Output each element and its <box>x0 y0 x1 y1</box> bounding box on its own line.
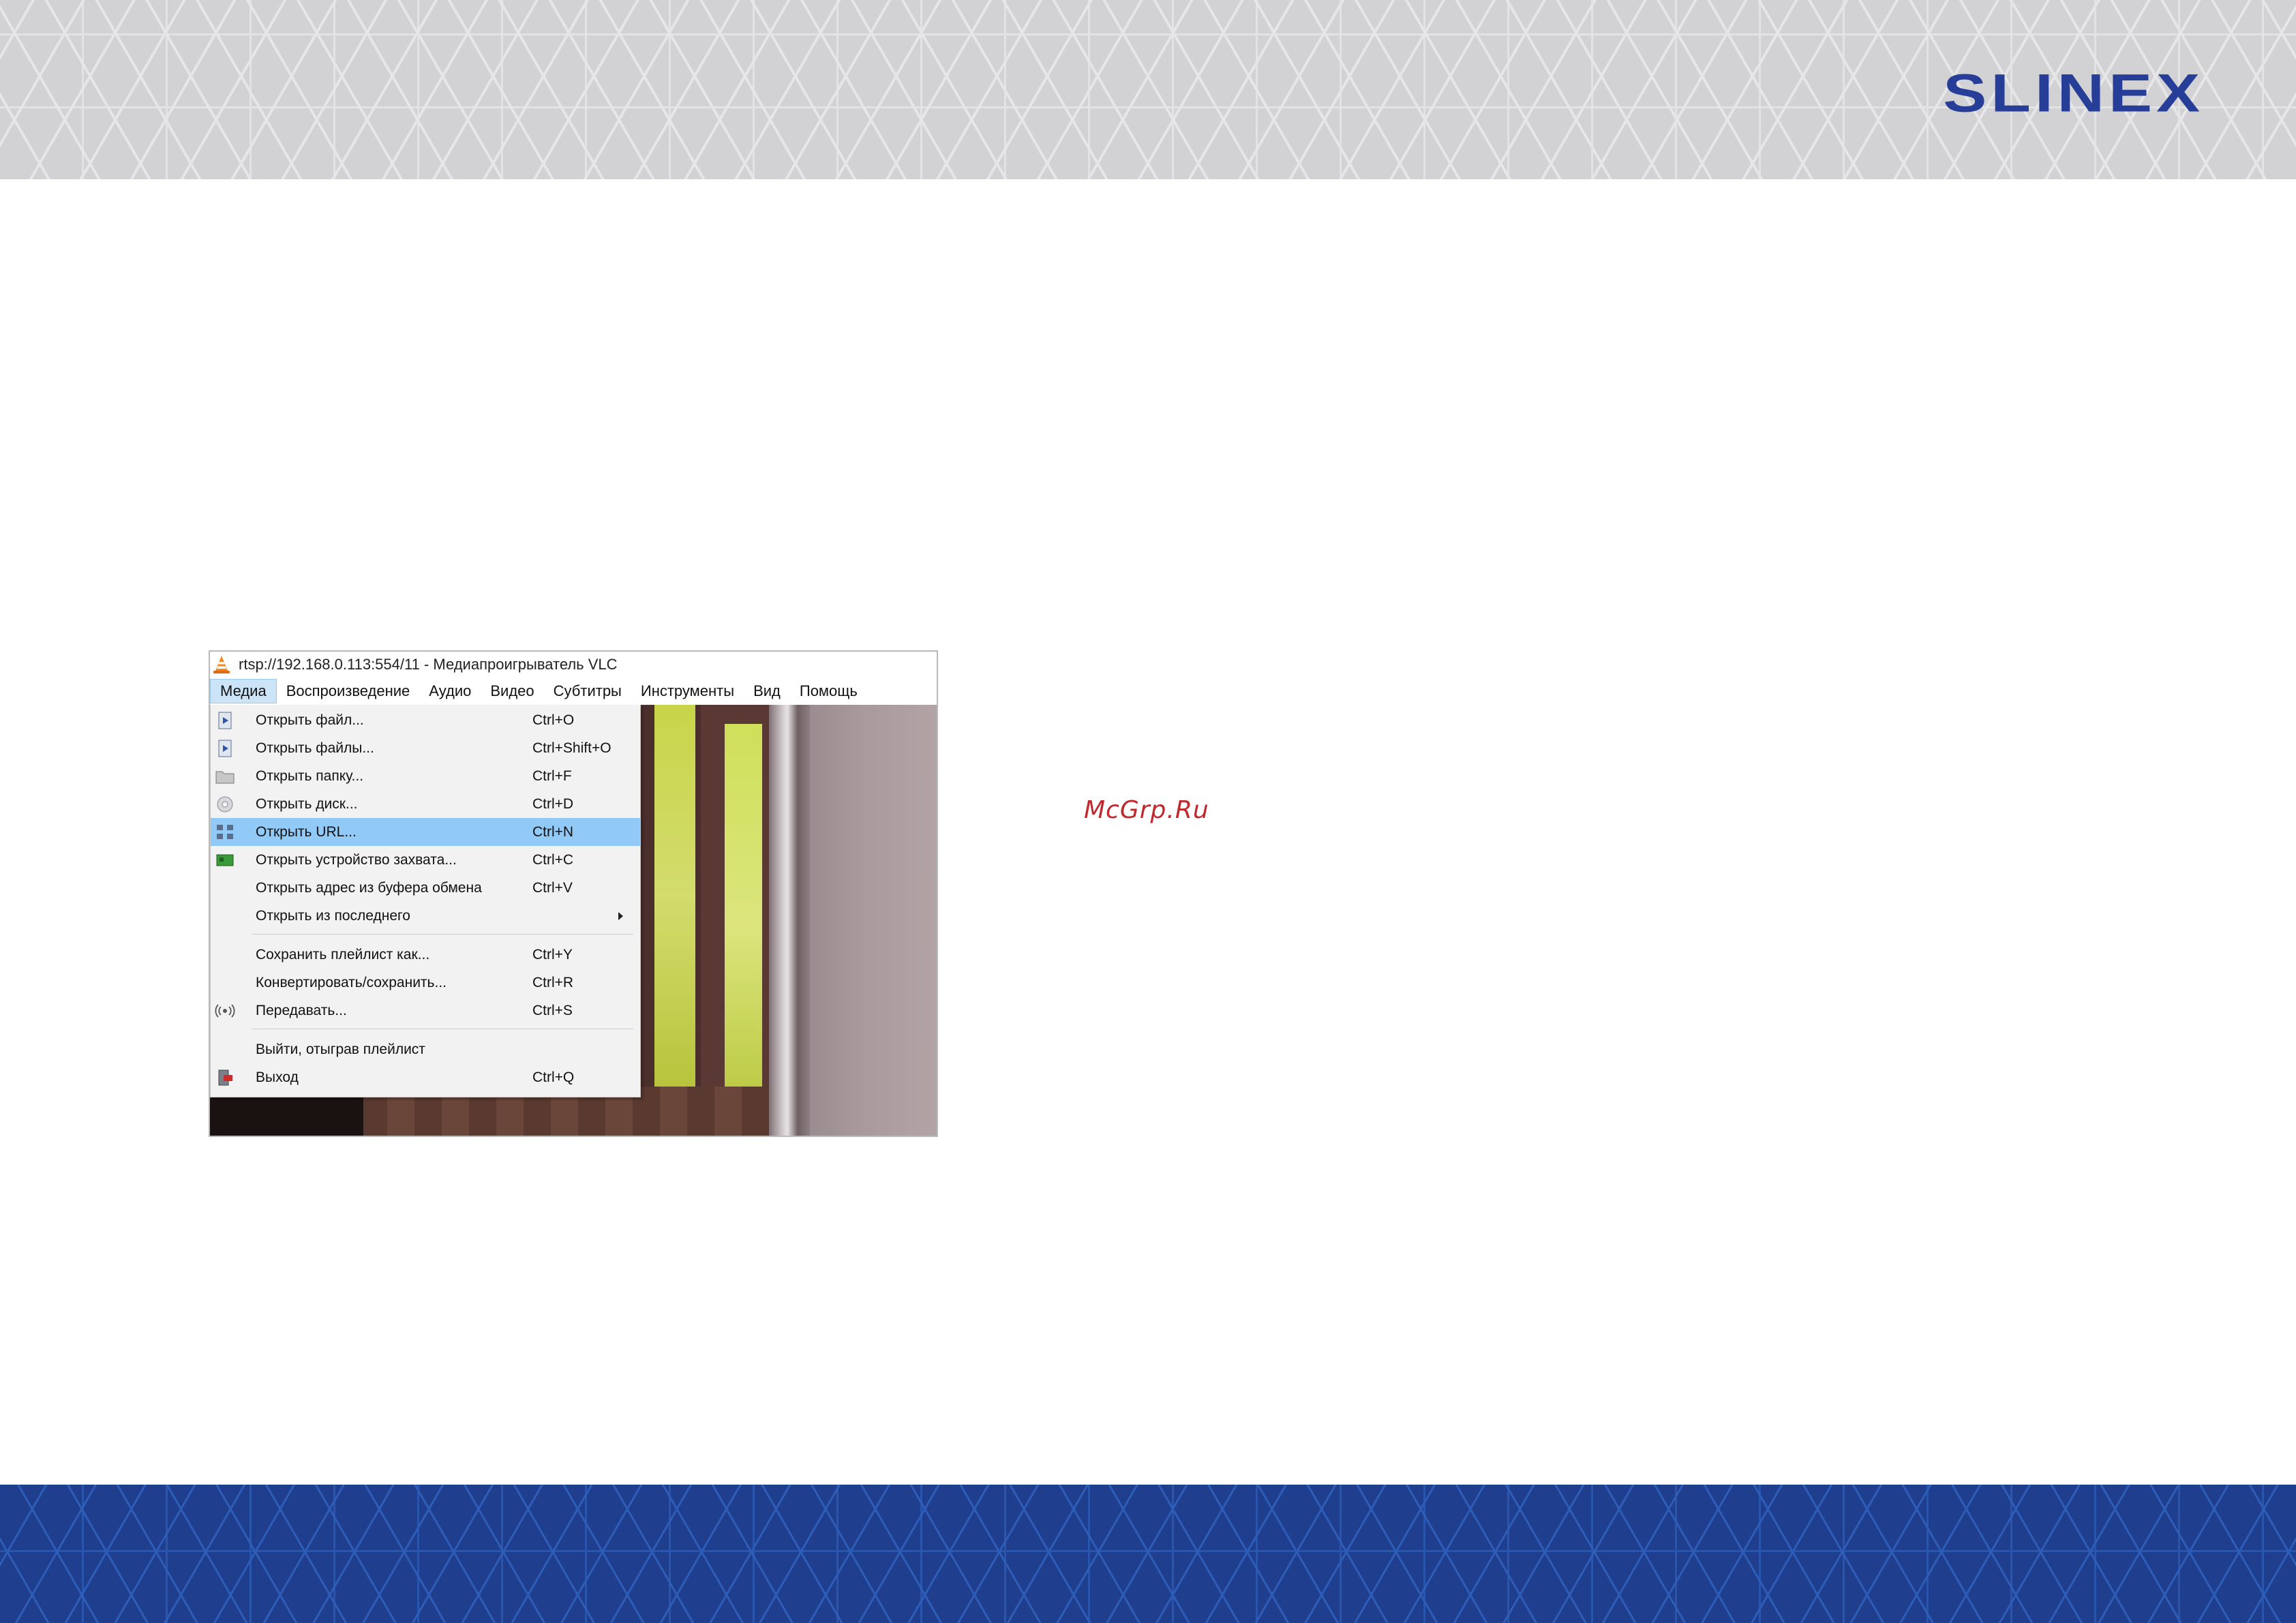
menu-shortcut: Ctrl+V <box>532 879 573 896</box>
menu-stream[interactable]: Передавать... Ctrl+S <box>211 997 640 1025</box>
menu-label: Открыть файл... <box>256 712 364 728</box>
menu-shortcut: Ctrl+Shift+O <box>532 740 611 756</box>
menu-shortcut: Ctrl+O <box>532 712 575 728</box>
menu-label: Передавать... <box>256 1002 347 1018</box>
menu-label: Открыть папку... <box>256 768 364 784</box>
brand-logo: SLINEX <box>1943 63 2204 123</box>
menu-open-recent[interactable]: Открыть из последнего <box>211 902 640 930</box>
menu-label: Открыть из последнего <box>256 907 410 924</box>
network-icon <box>215 822 235 843</box>
menu-label: Сохранить плейлист как... <box>256 946 430 962</box>
menu-label: Открыть адрес из буфера обмена <box>256 879 482 896</box>
menu-video[interactable]: Видео <box>481 679 543 703</box>
capture-card-icon <box>215 850 235 870</box>
window-title: rtsp://192.168.0.113:554/11 - Медиапроиг… <box>239 656 618 673</box>
manual-page: SLINEX rtsp://192.168.0.113:554/11 - Мед… <box>0 0 2296 1623</box>
menu-convert-save[interactable]: Конвертировать/сохранить... Ctrl+R <box>211 969 640 997</box>
folder-icon <box>215 766 235 787</box>
exit-icon <box>215 1067 235 1088</box>
menu-open-disc[interactable]: Открыть диск... Ctrl+D <box>211 790 640 818</box>
disc-icon <box>215 794 235 815</box>
menu-view[interactable]: Вид <box>744 679 790 703</box>
menu-label: Открыть URL... <box>256 823 357 840</box>
video-wall <box>810 705 937 1136</box>
menu-open-url[interactable]: Открыть URL... Ctrl+N <box>211 818 640 846</box>
menu-shortcut: Ctrl+N <box>532 823 574 840</box>
menu-subtitles[interactable]: Субтитры <box>544 679 631 703</box>
menu-open-clipboard[interactable]: Открыть адрес из буфера обмена Ctrl+V <box>211 874 640 902</box>
menu-open-files[interactable]: Открыть файлы... Ctrl+Shift+O <box>211 734 640 762</box>
menu-bar: Медиа Воспроизведение Аудио Видео Субтит… <box>210 678 937 706</box>
menu-label: Конвертировать/сохранить... <box>256 974 447 990</box>
menu-shortcut: Ctrl+Q <box>532 1069 575 1085</box>
menu-label: Открыть диск... <box>256 795 358 812</box>
menu-open-file[interactable]: Открыть файл... Ctrl+O <box>211 706 640 734</box>
watermark: McGrp.Ru <box>1084 796 1209 824</box>
file-play-icon <box>215 710 235 731</box>
video-door-glass <box>654 705 695 1087</box>
menu-playback[interactable]: Воспроизведение <box>277 679 420 703</box>
menu-label: Открыть устройство захвата... <box>256 851 457 868</box>
menu-separator <box>252 934 633 935</box>
menu-shortcut: Ctrl+C <box>532 851 574 868</box>
menu-open-folder[interactable]: Открыть папку... Ctrl+F <box>211 762 640 790</box>
menu-quit[interactable]: Выход Ctrl+Q <box>211 1063 640 1091</box>
menu-quit-after-playlist[interactable]: Выйти, отыграв плейлист <box>211 1035 640 1063</box>
menu-shortcut: Ctrl+S <box>532 1002 573 1018</box>
menu-help[interactable]: Помощь <box>790 679 867 703</box>
menu-label: Выход <box>256 1069 299 1085</box>
menu-media[interactable]: Медиа <box>210 679 277 703</box>
stream-icon <box>215 1001 235 1021</box>
menu-tools[interactable]: Инструменты <box>631 679 744 703</box>
submenu-arrow-icon <box>618 911 623 920</box>
media-dropdown-menu: Открыть файл... Ctrl+O Открыть файлы... … <box>210 705 641 1097</box>
title-bar: rtsp://192.168.0.113:554/11 - Медиапроиг… <box>210 652 937 678</box>
vlc-cone-icon <box>213 655 230 674</box>
menu-shortcut: Ctrl+R <box>532 974 574 990</box>
vlc-window: rtsp://192.168.0.113:554/11 - Медиапроиг… <box>209 650 938 1137</box>
header-band: SLINEX <box>0 0 2296 179</box>
menu-save-playlist[interactable]: Сохранить плейлист как... Ctrl+Y <box>211 941 640 969</box>
files-play-icon <box>215 738 235 759</box>
footer-band <box>0 1485 2296 1623</box>
menu-shortcut: Ctrl+D <box>532 795 574 812</box>
video-door-post <box>769 705 810 1136</box>
menu-label: Выйти, отыграв плейлист <box>256 1041 425 1057</box>
menu-audio[interactable]: Аудио <box>419 679 481 703</box>
menu-open-capture-device[interactable]: Открыть устройство захвата... Ctrl+C <box>211 846 640 874</box>
menu-shortcut: Ctrl+Y <box>532 946 573 962</box>
menu-shortcut: Ctrl+F <box>532 768 572 784</box>
menu-label: Открыть файлы... <box>256 740 374 756</box>
video-door-glass <box>725 724 762 1092</box>
